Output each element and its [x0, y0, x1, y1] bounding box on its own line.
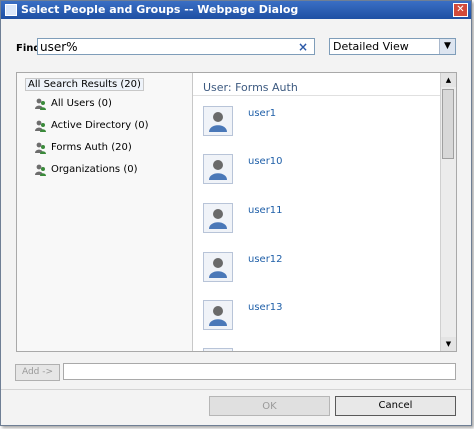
results-list: User: Forms Auth user1 user10 user11 use…	[193, 73, 442, 351]
user-row[interactable]: user12	[203, 252, 433, 292]
window-title: Select People and Groups -- Webpage Dial…	[21, 3, 299, 16]
search-tree: All Search Results (20) All Users (0) Ac…	[17, 73, 193, 351]
user-row[interactable]: user1	[203, 106, 433, 146]
user-icon	[203, 106, 233, 136]
tree-item-label: Forms Auth (20)	[51, 142, 132, 153]
dialog-window: Select People and Groups -- Webpage Dial…	[0, 0, 472, 426]
user-name[interactable]: user11	[248, 205, 283, 216]
user-icon	[203, 348, 233, 351]
users-group-icon	[34, 97, 47, 110]
results-header-title: User: Forms Auth	[203, 81, 298, 94]
tree-item-forms-auth[interactable]: Forms Auth (20)	[34, 141, 132, 157]
selected-users-field[interactable]	[63, 363, 456, 380]
close-icon[interactable]: ✕	[453, 3, 468, 17]
user-row-partial[interactable]	[203, 348, 433, 351]
results-header: User: Forms Auth	[193, 73, 442, 96]
results-panel: All Search Results (20) All Users (0) Ac…	[16, 72, 457, 352]
chevron-down-icon[interactable]: ▼	[439, 39, 455, 54]
tree-item-active-directory[interactable]: Active Directory (0)	[34, 119, 149, 135]
user-icon	[203, 154, 233, 184]
users-group-icon	[34, 119, 47, 132]
tree-root[interactable]: All Search Results (20)	[25, 78, 144, 91]
view-select-value: Detailed View	[333, 40, 409, 53]
users-group-icon	[34, 163, 47, 176]
user-name[interactable]: user12	[248, 254, 283, 265]
user-icon	[203, 252, 233, 282]
tree-item-organizations[interactable]: Organizations (0)	[34, 163, 137, 179]
user-icon	[203, 203, 233, 233]
tree-item-all-users[interactable]: All Users (0)	[34, 97, 112, 113]
title-bar: Select People and Groups -- Webpage Dial…	[1, 1, 471, 19]
clear-icon[interactable]: ×	[298, 40, 308, 54]
user-icon	[203, 300, 233, 330]
user-row[interactable]: user11	[203, 203, 433, 243]
user-name[interactable]: user13	[248, 302, 283, 313]
divider	[1, 389, 471, 390]
user-name[interactable]: user1	[248, 108, 276, 119]
scroll-down-icon[interactable]: ▼	[441, 337, 456, 351]
view-select[interactable]: Detailed View ▼	[329, 38, 456, 55]
user-row[interactable]: user13	[203, 300, 433, 340]
users-group-icon	[34, 141, 47, 154]
scroll-thumb[interactable]	[442, 89, 454, 159]
add-button[interactable]: Add ->	[15, 364, 60, 381]
scroll-up-icon[interactable]: ▲	[441, 73, 456, 87]
vertical-scrollbar[interactable]: ▲ ▼	[440, 73, 456, 351]
user-row[interactable]: user10	[203, 154, 433, 194]
ok-button[interactable]: OK	[209, 396, 330, 416]
tree-item-label: Organizations (0)	[51, 164, 138, 175]
tree-item-label: All Users (0)	[51, 98, 112, 109]
find-input-value: user%	[40, 40, 78, 54]
tree-item-label: Active Directory (0)	[51, 120, 149, 131]
find-input[interactable]: user% ×	[37, 38, 315, 55]
user-name[interactable]: user10	[248, 156, 283, 167]
window-icon	[5, 4, 17, 16]
cancel-button[interactable]: Cancel	[335, 396, 456, 416]
